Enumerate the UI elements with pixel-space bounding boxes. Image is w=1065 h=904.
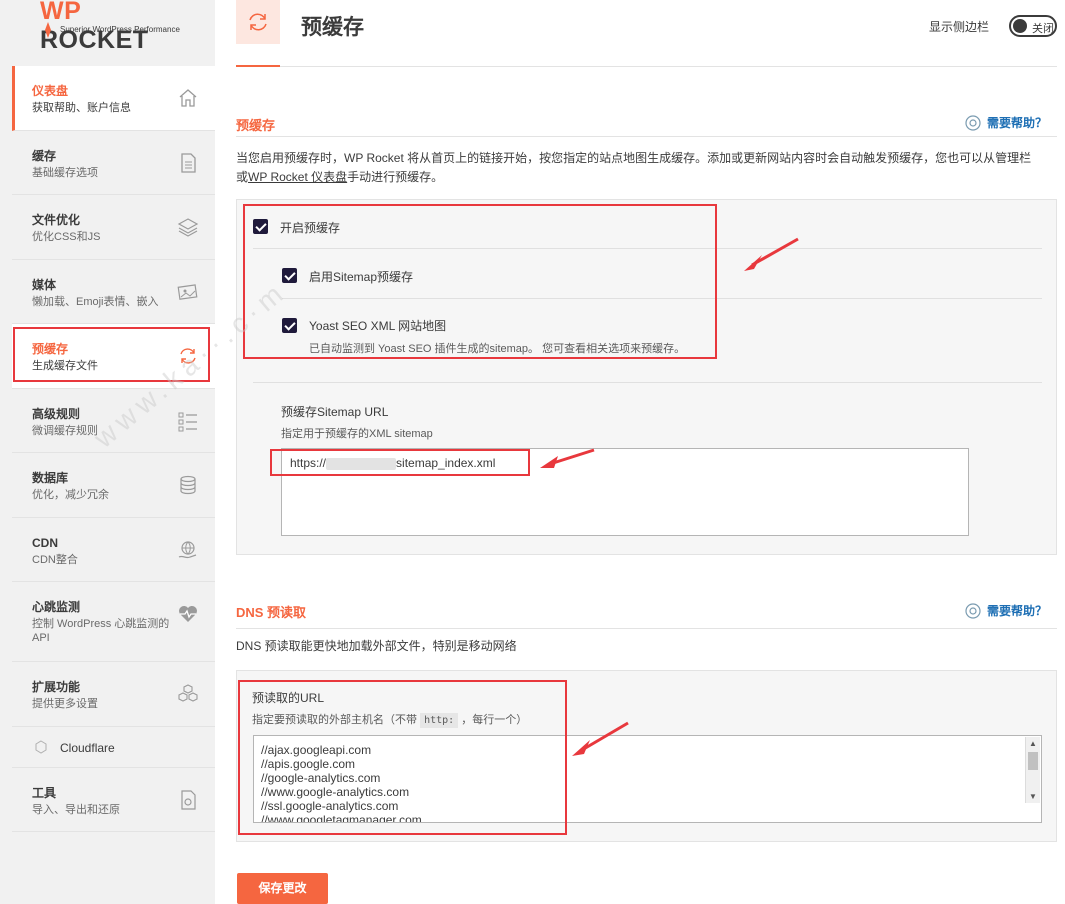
sidebar: WP ROCKET Superior WordPress Performance…	[0, 0, 215, 904]
header-divider-accent	[236, 65, 280, 67]
dns-help-link[interactable]: 需要帮助？	[965, 602, 1047, 619]
wp-rocket-logo[interactable]: WP ROCKET Superior WordPress Performance	[40, 0, 190, 54]
scroll-down-icon[interactable]: ▼	[1029, 792, 1037, 801]
show-sidebar-toggle[interactable]: 关闭	[1009, 15, 1057, 37]
sidebar-item-cloudflare[interactable]: Cloudflare	[12, 727, 215, 768]
sidebar-item-file-optimization[interactable]: 文件优化 优化CSS和JS	[12, 195, 215, 260]
dns-section-divider	[236, 628, 1057, 629]
scrollbar-thumb[interactable]	[1028, 752, 1038, 770]
annotation-box-preload-options	[243, 204, 717, 359]
rocket-flame-icon	[45, 22, 51, 38]
heartbeat-icon	[179, 606, 197, 622]
save-changes-button[interactable]: 保存更改	[237, 873, 328, 904]
addons-icon	[178, 684, 198, 702]
dns-description: DNS 预读取能更快地加载外部文件，特别是移动网络	[236, 639, 517, 653]
annotation-box-sidebar-preload	[13, 327, 210, 382]
sidebar-item-media[interactable]: 媒体 懒加载、Emoji表情、嵌入	[12, 260, 215, 324]
show-sidebar-label: 显示侧边栏	[929, 20, 990, 34]
annotation-box-dns	[238, 680, 567, 835]
logo-tagline: Superior WordPress Performance	[60, 25, 180, 34]
textarea-scrollbar[interactable]: ▲ ▼	[1025, 737, 1040, 803]
home-icon	[179, 89, 197, 107]
layers-icon	[177, 218, 199, 237]
preload-section-title: 预缓存	[236, 118, 276, 133]
sidebar-item-cache[interactable]: 缓存 基础缓存选项	[12, 131, 215, 195]
preload-description: 当您启用预缓存时，WP Rocket 将从首页上的链接开始，按您指定的站点地图生…	[236, 151, 1032, 184]
annotation-arrow	[572, 721, 629, 756]
sidebar-item-database[interactable]: 数据库 优化，减少冗余	[12, 453, 215, 518]
option-divider	[253, 382, 1042, 383]
page-title: 预缓存	[301, 16, 364, 39]
document-icon	[181, 152, 196, 173]
scroll-up-icon[interactable]: ▲	[1029, 739, 1037, 748]
main-content: 预缓存 显示侧边栏 关闭 预缓存 需要帮助？ 当您启用预缓存时，WP Rocke…	[215, 0, 1065, 904]
annotation-arrow	[540, 448, 595, 468]
sidebar-item-dashboard[interactable]: 仪表盘 获取帮助、账户信息	[12, 66, 215, 131]
sidebar-item-addons[interactable]: 扩展功能 提供更多设置	[12, 662, 215, 727]
annotation-arrow	[744, 237, 799, 271]
tools-icon	[181, 789, 196, 810]
header-divider	[236, 66, 1057, 67]
help-lifebuoy-icon	[965, 602, 981, 619]
cdn-icon	[178, 540, 197, 558]
annotation-box-sitemap-url	[270, 449, 530, 476]
rocket-dashboard-link[interactable]: WP Rocket 仪表盘	[248, 170, 347, 184]
sidebar-item-tools[interactable]: 工具 导入、导出和还原	[12, 768, 215, 832]
preload-section-divider	[236, 136, 1057, 137]
sitemap-url-description: 指定用于预缓存的XML sitemap	[281, 428, 433, 440]
list-icon	[178, 412, 197, 431]
sidebar-item-heartbeat[interactable]: 心跳监测 控制 WordPress 心跳监测的 API	[12, 582, 215, 662]
page-header-icon	[236, 0, 280, 44]
sitemap-url-label: 预缓存Sitemap URL	[281, 405, 389, 419]
preload-help-link[interactable]: 需要帮助？	[965, 114, 1047, 131]
sidebar-nav: 仪表盘 获取帮助、账户信息 缓存 基础缓存选项 文件优化 优化CSS和JS 媒体…	[12, 66, 215, 832]
database-icon	[180, 475, 196, 495]
refresh-icon	[249, 13, 267, 31]
toggle-state-label: 关闭	[1032, 23, 1054, 35]
sidebar-item-advanced-rules[interactable]: 高级规则 微调缓存规则	[12, 389, 215, 453]
cloudflare-icon	[35, 739, 47, 754]
toggle-knob	[1013, 19, 1027, 33]
media-icon	[177, 283, 198, 300]
sidebar-item-cdn[interactable]: CDN CDN整合	[12, 518, 215, 582]
help-lifebuoy-icon	[965, 114, 981, 131]
dns-section-title: DNS 预读取	[236, 605, 307, 620]
